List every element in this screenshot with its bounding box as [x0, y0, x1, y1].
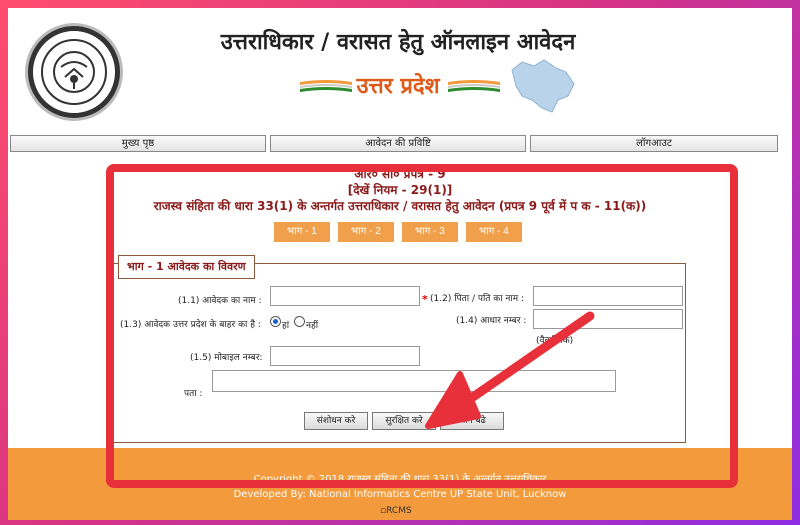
required-marker: * [422, 293, 428, 306]
address-input[interactable] [212, 370, 616, 392]
outside-up-label: (1.3) आवेदक उत्तर प्रदेश के बाहर का है : [120, 320, 261, 330]
form-rule: [देखें नियम - 29(1)] [347, 183, 453, 197]
tab-part-4[interactable]: भाग - 4 [466, 222, 522, 242]
section-legend: भाग - 1 आवेदक का विवरण [118, 255, 255, 279]
aadhaar-label: (1.4) आधार नम्बर : [456, 316, 527, 326]
nav-application-entry[interactable]: आवेदन की प्रविष्टि [270, 135, 526, 152]
copyright-text: Copyright © 2018 राजस्व संहिता की धारा 3… [253, 474, 547, 485]
tab-part-1[interactable]: भाग - 1 [274, 222, 330, 242]
flag-right-icon [448, 80, 500, 92]
rcms-logo: ▫RCMS [380, 506, 412, 516]
nav-home[interactable]: मुख्य पृष्ठ [10, 135, 266, 152]
aadhaar-input[interactable] [533, 309, 683, 329]
father-name-input[interactable] [533, 286, 683, 306]
developed-by-text: Developed By: National Informatics Centr… [233, 489, 567, 500]
radio-yes-label: हां [282, 321, 290, 331]
radio-yes[interactable] [270, 316, 281, 327]
site-header: उत्तराधिकार / वरासत हेतु ऑनलाइन आवेदन उत… [8, 8, 792, 133]
main-nav: मुख्य पृष्ठ आवेदन की प्रविष्टि लॉगआउट [8, 135, 792, 152]
radio-no[interactable] [294, 316, 305, 327]
page: उत्तराधिकार / वरासत हेतु ऑनलाइन आवेदन उत… [8, 8, 792, 520]
next-button[interactable]: आगे बढे [440, 412, 504, 430]
radio-no-label: नहीं [306, 321, 319, 331]
mobile-input[interactable] [270, 346, 420, 366]
address-label: पता : [184, 389, 203, 399]
up-government-seal-icon [28, 26, 120, 118]
tab-part-2[interactable]: भाग - 2 [338, 222, 394, 242]
applicant-name-label: (1.1) आवेदक का नाम : [178, 296, 262, 306]
nav-logout[interactable]: लॉगआउट [530, 135, 778, 152]
father-name-label: (1.2) पिता / पति का नाम : [430, 294, 524, 304]
form-number: आर० सी० प्रपत्र - 9 [354, 167, 446, 181]
form-heading: आर० सी० प्रपत्र - 9 [देखें नियम - 29(1)]… [8, 166, 792, 214]
edit-button[interactable]: संशोधन करे [304, 412, 368, 430]
tab-part-3[interactable]: भाग - 3 [402, 222, 458, 242]
up-map-icon [511, 59, 575, 113]
form-description: राजस्व संहिता की धारा 33(1) के अन्तर्गत … [153, 199, 647, 213]
page-title: उत्तराधिकार / वरासत हेतु ऑनलाइन आवेदन [220, 29, 576, 55]
applicant-name-input[interactable] [270, 286, 420, 306]
mobile-label: (1.5) मोबाइल नम्बर: [190, 353, 263, 363]
save-button[interactable]: सुरक्षित करे [372, 412, 436, 430]
emblem-icon [53, 51, 95, 93]
aadhaar-optional-hint: (वैकल्पिक) [536, 336, 574, 346]
